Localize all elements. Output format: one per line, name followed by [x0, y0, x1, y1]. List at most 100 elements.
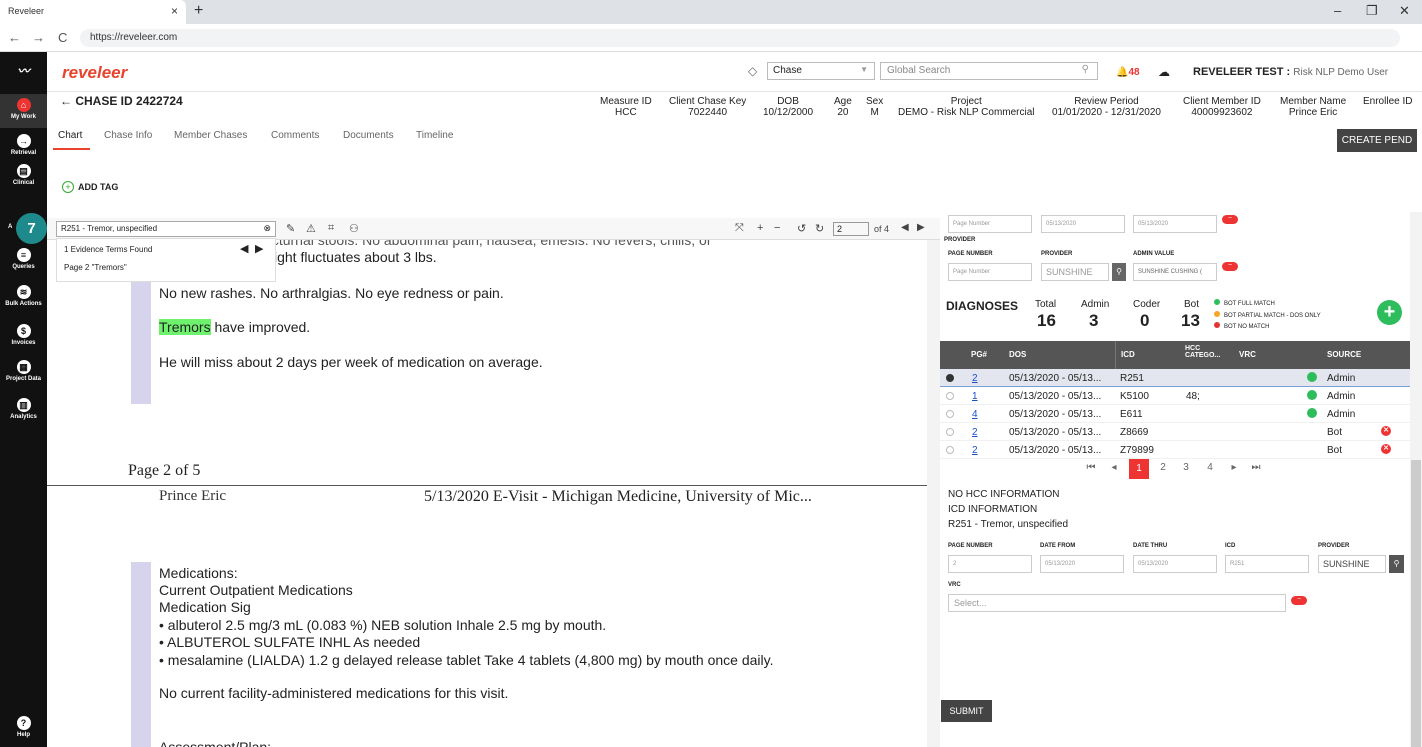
nav-invoices[interactable]: $ Invoices — [0, 324, 47, 346]
rotate-right-icon[interactable]: ↻ — [815, 222, 824, 235]
alerts-button[interactable]: 🔔48 — [1116, 67, 1140, 78]
document-scrollbar[interactable] — [927, 240, 940, 747]
evidence-term-input[interactable]: R251 - Tremor, unspecified ⊗ — [56, 221, 276, 237]
tab-documents[interactable]: Documents — [343, 130, 394, 141]
admin-value-input[interactable]: SUNSHINE CUSHING ( — [1133, 263, 1217, 281]
col-hcc[interactable]: HCC CATEGO... — [1185, 345, 1223, 359]
tab-chase-info[interactable]: Chase Info — [104, 130, 152, 141]
pencil-icon[interactable]: ✎ — [286, 222, 295, 235]
create-pend-button[interactable]: CREATE PEND — [1337, 129, 1417, 152]
nav-bulk-actions[interactable]: ≋ Bulk Actions — [0, 285, 47, 307]
nav-project-data[interactable]: ▦ Project Data — [0, 360, 47, 382]
table-row[interactable]: 4 05/13/2020 - 05/13... E611 Admin — [940, 405, 1410, 423]
panel-scroll-thumb[interactable] — [1411, 460, 1421, 747]
detail-provider-select[interactable]: SUNSHINE — [1318, 555, 1386, 573]
col-source[interactable]: SOURCE — [1327, 350, 1361, 359]
table-row[interactable]: 2 05/13/2020 - 05/13... Z79899 Bot ✕ — [940, 441, 1410, 459]
forward-icon[interactable]: → — [32, 30, 45, 45]
pg-link[interactable]: 2 — [972, 373, 978, 384]
reveleer-logo[interactable]: reveleer — [62, 63, 127, 83]
clear-icon[interactable]: ⊗ — [263, 223, 271, 234]
provider-select[interactable]: SUNSHINE — [1041, 263, 1109, 281]
page-3-button[interactable]: 3 — [1176, 462, 1196, 473]
tab-timeline[interactable]: Timeline — [416, 130, 453, 141]
remove-button[interactable]: − — [1222, 215, 1238, 224]
zoom-out-icon[interactable]: − — [774, 222, 780, 234]
detail-icd-input[interactable]: R251 — [1225, 555, 1309, 573]
next-page-icon[interactable]: ▶ — [917, 222, 925, 233]
provider-page-input[interactable]: Page Number — [948, 263, 1032, 281]
nav-my-work[interactable]: ⌂ My Work — [0, 94, 47, 128]
chase-select[interactable]: Chase ▼ — [767, 62, 875, 80]
user-info[interactable]: REVELEER TEST : Risk NLP Demo User — [1193, 66, 1388, 78]
provider-search-icon[interactable]: ⚲ — [1112, 263, 1126, 281]
submit-button[interactable]: SUBMIT — [941, 700, 992, 722]
close-tab-icon[interactable]: × — [171, 4, 178, 18]
row-radio[interactable] — [946, 428, 954, 436]
detail-date-from-input[interactable]: 05/13/2020 — [1040, 555, 1124, 573]
minimize-icon[interactable]: – — [1334, 3, 1341, 18]
cloud-icon[interactable]: ☁ — [1158, 65, 1170, 79]
table-row[interactable]: 1 05/13/2020 - 05/13... K5100 48; Admin — [940, 387, 1410, 405]
browser-tab[interactable]: Reveleer × — [0, 0, 186, 24]
row-radio[interactable] — [946, 392, 954, 400]
add-tag-button[interactable]: + ADD TAG — [62, 181, 118, 193]
warning-icon[interactable]: ⚠ — [306, 222, 316, 235]
pg-link[interactable]: 4 — [972, 409, 978, 420]
new-tab-icon[interactable]: + — [194, 2, 203, 20]
close-window-icon[interactable]: ✕ — [1399, 3, 1410, 19]
evidence-highlight[interactable]: Tremors — [159, 319, 211, 335]
url-field[interactable]: https://reveleer.com — [80, 29, 1400, 47]
pg-link[interactable]: 2 — [972, 445, 978, 456]
page-2-button[interactable]: 2 — [1153, 462, 1173, 473]
col-icd[interactable]: ICD — [1121, 350, 1135, 359]
evidence-hit-link[interactable]: Page 2 "Tremors" — [64, 263, 127, 272]
page-number-input[interactable]: Page Number — [948, 215, 1032, 233]
tab-member-chases[interactable]: Member Chases — [174, 130, 247, 141]
page-number-input[interactable]: 2 — [833, 222, 869, 236]
row-radio[interactable] — [946, 410, 954, 418]
stamp-icon[interactable]: ⚇ — [349, 222, 359, 235]
fit-icon[interactable]: ⤧ — [735, 222, 744, 235]
nav-retrieval[interactable]: → Retrieval — [0, 134, 47, 156]
table-row[interactable]: 2 05/13/2020 - 05/13... R251 Admin — [940, 369, 1410, 387]
back-arrow-icon[interactable]: ← — [60, 94, 75, 108]
first-page-icon[interactable]: ⏮ — [1081, 462, 1101, 473]
crop-icon[interactable]: ⌗ — [328, 222, 334, 235]
prev-term-icon[interactable]: ◀ — [240, 242, 248, 255]
col-vrc[interactable]: VRC — [1239, 350, 1256, 359]
document-viewer[interactable]: in the stool. No nocturnal stools. No ab… — [47, 240, 927, 747]
row-radio[interactable] — [946, 374, 954, 382]
delete-row-icon[interactable]: ✕ — [1381, 444, 1391, 454]
prev-page-icon[interactable]: ◀ — [901, 222, 909, 233]
remove-button[interactable]: − — [1222, 262, 1238, 271]
row-radio[interactable] — [946, 446, 954, 454]
date-from-input[interactable]: 05/13/2020 — [1041, 215, 1125, 233]
rotate-left-icon[interactable]: ↺ — [797, 222, 806, 235]
next-page-icon[interactable]: ▸ — [1224, 462, 1244, 473]
detail-page-input[interactable]: 2 — [948, 555, 1032, 573]
restore-icon[interactable]: ❐ — [1366, 3, 1378, 19]
app-menu-icon[interactable]: 〰 — [0, 62, 47, 79]
delete-row-icon[interactable]: ✕ — [1381, 426, 1391, 436]
nav-analytics[interactable]: ▥ Analytics — [0, 398, 47, 420]
pg-link[interactable]: 1 — [972, 391, 978, 402]
detail-provider-search-icon[interactable]: ⚲ — [1389, 555, 1404, 573]
tab-chart[interactable]: Chart — [58, 130, 82, 141]
page-1-button[interactable]: 1 — [1129, 459, 1149, 479]
remove-vrc-button[interactable]: − — [1291, 596, 1307, 605]
vrc-select[interactable]: Select... — [948, 594, 1286, 612]
back-icon[interactable]: ← — [8, 30, 21, 45]
add-diagnosis-button[interactable]: + — [1377, 300, 1402, 325]
col-dos[interactable]: DOS — [1009, 350, 1026, 359]
nav-queries[interactable]: ≡ Queries — [0, 248, 47, 270]
col-pg[interactable]: PG# — [971, 350, 987, 359]
last-page-icon[interactable]: ⏭ — [1246, 462, 1266, 473]
tab-comments[interactable]: Comments — [271, 130, 319, 141]
pg-link[interactable]: 2 — [972, 427, 978, 438]
page-4-button[interactable]: 4 — [1200, 462, 1220, 473]
zoom-in-icon[interactable]: + — [757, 222, 763, 234]
date-thru-input[interactable]: 05/13/2020 — [1133, 215, 1217, 233]
nav-help[interactable]: ? Help — [0, 716, 47, 738]
global-search-input[interactable]: Global Search ⚲ — [880, 62, 1098, 80]
